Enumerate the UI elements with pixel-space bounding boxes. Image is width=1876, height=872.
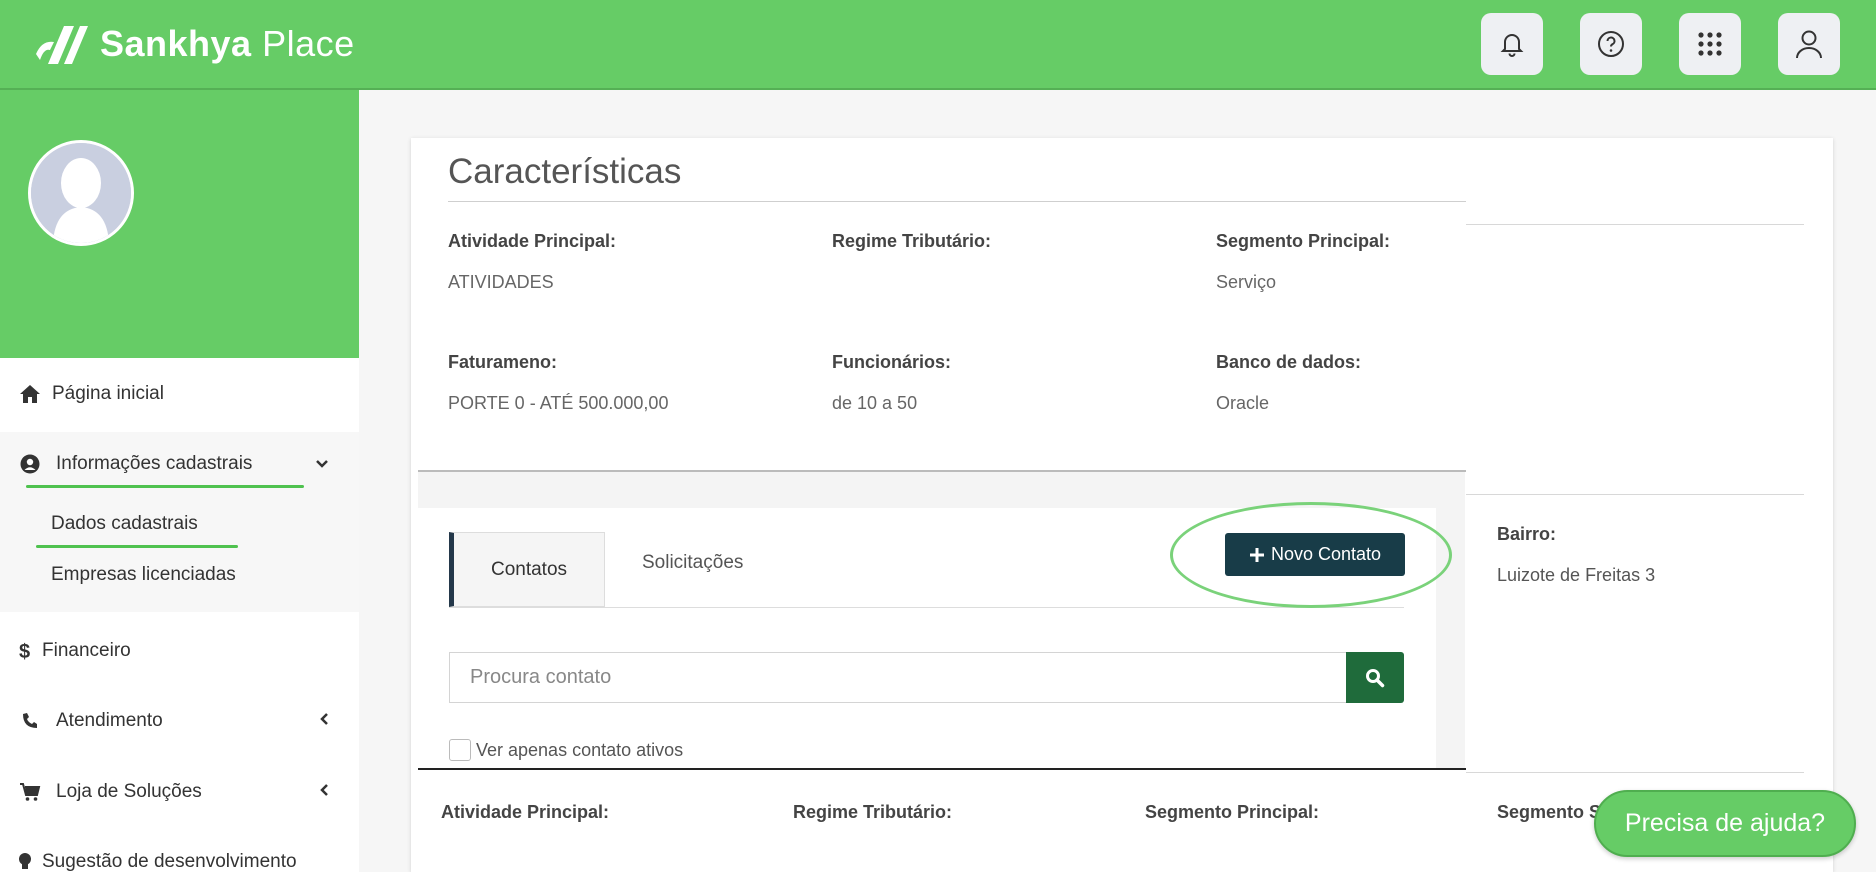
sidebar-item-informacoes-cadastrais[interactable]: Informações cadastrais <box>0 450 359 478</box>
title-divider <box>448 201 1466 202</box>
annotation-underline <box>26 485 304 488</box>
tab-contatos[interactable]: Contatos <box>449 532 605 607</box>
phone-icon <box>18 709 42 733</box>
field-value: ATIVIDADES <box>448 272 554 292</box>
avatar[interactable] <box>28 140 134 246</box>
logo[interactable]: Sankhya Place <box>34 20 355 68</box>
field-label: Banco de dados: <box>1216 352 1362 372</box>
divider <box>1466 494 1804 495</box>
panel-bottom-border <box>418 768 1466 770</box>
active-contacts-checkbox[interactable] <box>449 739 471 761</box>
address-value: Luizote de Freitas 3 <box>1497 565 1656 585</box>
field-label: Segmento Principal: <box>1145 802 1320 822</box>
logo-text: Sankhya Place <box>100 23 355 64</box>
user-profile-button[interactable] <box>1778 13 1840 75</box>
sidebar-item-label: Atendimento <box>56 710 163 731</box>
user-icon <box>1796 30 1822 59</box>
sidebar-item-sugestao-de-desenvolvimento[interactable]: Sugestão de desenvolvimento <box>0 848 359 872</box>
sidebar-item-financeiro[interactable]: $ Financeiro <box>0 637 359 665</box>
help-chat-button[interactable]: Precisa de ajuda? <box>1594 790 1856 857</box>
cart-icon <box>18 780 42 804</box>
apps-grid-icon <box>1698 32 1722 56</box>
sidebar-subitem-dados-cadastrais[interactable]: Dados cadastrais <box>51 513 198 535</box>
chevron-left-icon <box>319 710 329 732</box>
lightbulb-icon <box>18 850 32 872</box>
svg-text:$: $ <box>19 641 30 662</box>
field-label: Atividade Principal: <box>448 231 617 251</box>
field-value: Serviço <box>1216 272 1277 292</box>
help-circle-icon <box>1598 31 1624 57</box>
divider <box>1466 772 1804 773</box>
home-icon <box>18 382 42 406</box>
annotation-ellipse <box>1170 502 1452 608</box>
avatar-silhouette-icon <box>31 143 131 243</box>
search-icon <box>1366 668 1385 687</box>
dollar-icon: $ <box>18 639 32 663</box>
sidebar-item-label: Financeiro <box>42 640 131 661</box>
chevron-left-icon <box>319 781 329 803</box>
field-label: Faturameno: <box>448 352 558 372</box>
field-value: de 10 a 50 <box>832 393 918 413</box>
sidebar-item-label: Informações cadastrais <box>56 453 253 474</box>
bell-icon <box>1500 34 1524 57</box>
tab-solicitacoes[interactable]: Solicitações <box>642 552 743 574</box>
annotation-underline <box>36 545 238 548</box>
page-title: Características <box>448 152 682 191</box>
sidebar-item-label: Página inicial <box>52 383 164 404</box>
sidebar-item-label: Sugestão de desenvolvimento <box>42 851 297 872</box>
user-circle-icon <box>18 452 42 476</box>
field-value: Oracle <box>1216 393 1270 413</box>
apps-button[interactable] <box>1679 13 1741 75</box>
sidebar-item-atendimento[interactable]: Atendimento <box>0 707 359 735</box>
sidebar-profile-area <box>0 90 359 358</box>
sidebar-item-home[interactable]: Página inicial <box>0 380 359 408</box>
divider <box>1466 224 1804 225</box>
field-label: Atividade Principal: <box>441 802 610 822</box>
search-button[interactable] <box>1346 652 1404 703</box>
chevron-down-icon <box>315 453 329 475</box>
sankhya-logo-icon <box>36 26 88 64</box>
notifications-button[interactable] <box>1481 13 1543 75</box>
field-label: Segmento Principal: <box>1216 231 1391 251</box>
search-contact-input[interactable] <box>449 652 1347 703</box>
active-contacts-label: Ver apenas contato ativos <box>476 740 684 760</box>
field-label: Segmento S <box>1497 802 1602 822</box>
sidebar-item-label: Loja de Soluções <box>56 781 202 802</box>
sidebar-subitem-empresas-licenciadas[interactable]: Empresas licenciadas <box>51 564 236 586</box>
field-label: Funcionários: <box>832 352 952 372</box>
field-value: PORTE 0 - ATÉ 500.000,00 <box>448 393 669 413</box>
sidebar-item-loja-de-solucoes[interactable]: Loja de Soluções <box>0 778 359 806</box>
top-header: Sankhya Place <box>0 0 1876 90</box>
address-label: Bairro: <box>1497 524 1557 544</box>
tabs-divider <box>449 607 1404 608</box>
field-label: Regime Tributário: <box>793 802 953 822</box>
help-button[interactable] <box>1580 13 1642 75</box>
field-label: Regime Tributário: <box>832 231 992 251</box>
